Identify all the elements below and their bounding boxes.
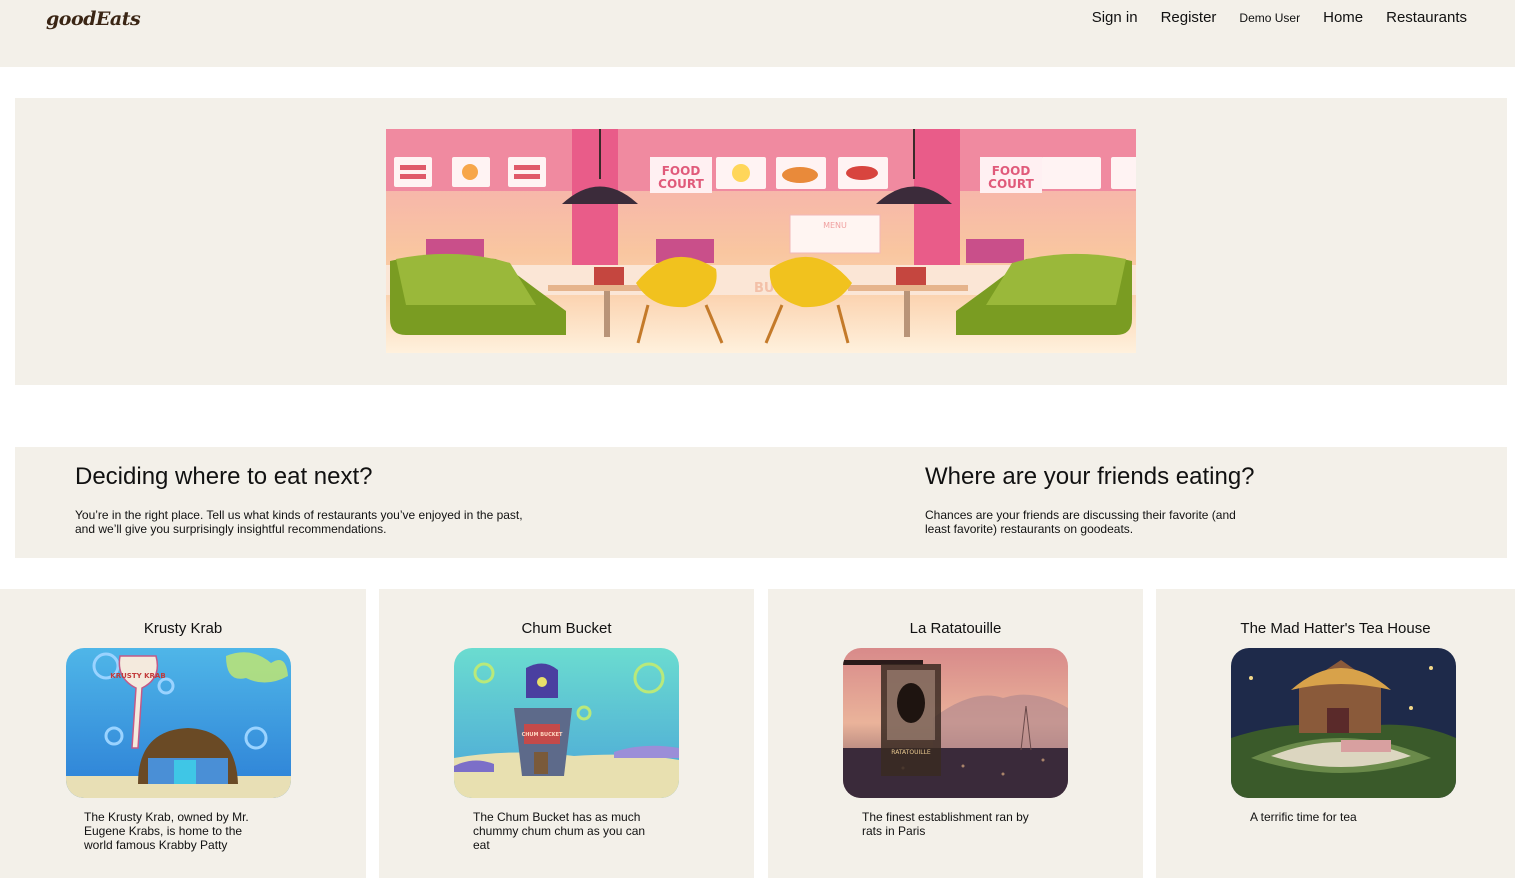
restaurant-name[interactable]: The Mad Hatter's Tea House (1156, 620, 1515, 637)
svg-text:MENU: MENU (823, 221, 847, 230)
nav-links: Sign in Register Demo User Home Restaura… (1069, 9, 1467, 26)
info-right-text: Chances are your friends are discussing … (925, 508, 1236, 536)
restaurant-description: The Krusty Krab, owned by Mr. Eugene Kra… (84, 810, 249, 852)
mad-hatter-image[interactable] (1231, 648, 1456, 798)
restaurant-name[interactable]: Krusty Krab (0, 620, 366, 637)
register-link[interactable]: Register (1161, 9, 1217, 26)
chum-bucket-image[interactable]: CHUM BUCKET (454, 648, 679, 798)
info-left: Deciding where to eat next? You’re in th… (75, 463, 535, 536)
restaurants-link[interactable]: Restaurants (1386, 9, 1467, 26)
top-navbar: goodEats Sign in Register Demo User Home… (0, 0, 1515, 67)
info-right: Where are your friends eating? Chances a… (925, 463, 1255, 536)
home-link[interactable]: Home (1323, 9, 1363, 26)
svg-text:COURT: COURT (988, 177, 1034, 191)
info-band: Deciding where to eat next? You’re in th… (15, 447, 1507, 558)
sign-in-link[interactable]: Sign in (1092, 9, 1138, 26)
info-right-title: Where are your friends eating? (925, 463, 1255, 490)
demo-user-link[interactable]: Demo User (1239, 11, 1300, 25)
ratatouille-sign: RATATOUILLE (891, 749, 931, 756)
info-left-text: You’re in the right place. Tell us what … (75, 508, 523, 536)
info-left-title: Deciding where to eat next? (75, 463, 373, 490)
restaurant-card-mad-hatters-tea-house[interactable]: The Mad Hatter's Tea House A terrific ti… (1156, 589, 1515, 878)
restaurant-description: A terrific time for tea (1250, 810, 1357, 824)
ratatouille-image[interactable]: RATATOUILLE (843, 648, 1068, 798)
restaurant-card-krusty-krab[interactable]: Krusty Krab KRUSTY KRAB The Krusty Krab,… (0, 589, 366, 878)
svg-text:FOOD: FOOD (992, 164, 1031, 178)
goodeats-logo[interactable]: goodEats (46, 8, 141, 30)
hero-banner: FOOD COURT FOOD COURT MENU BURGE (15, 98, 1507, 385)
krusty-krab-image[interactable]: KRUSTY KRAB (66, 648, 291, 798)
restaurant-description: The Chum Bucket has as much chummy chum … (473, 810, 646, 852)
restaurant-card-la-ratatouille[interactable]: La Ratatouille RATATOUILLE The finest es… (768, 589, 1143, 878)
restaurant-description: The finest establishment ran by rats in … (862, 810, 1029, 838)
restaurant-name[interactable]: La Ratatouille (768, 620, 1143, 637)
restaurant-card-chum-bucket[interactable]: Chum Bucket CHUM BUCKET The Chum Bucket … (379, 589, 754, 878)
restaurant-name[interactable]: Chum Bucket (379, 620, 754, 637)
svg-text:FOOD: FOOD (662, 164, 701, 178)
chum-bucket-sign: CHUM BUCKET (522, 732, 563, 738)
food-court-illustration: FOOD COURT FOOD COURT MENU BURGE (386, 129, 1136, 353)
krusty-krab-sign: KRUSTY KRAB (110, 672, 165, 680)
svg-text:COURT: COURT (658, 177, 704, 191)
